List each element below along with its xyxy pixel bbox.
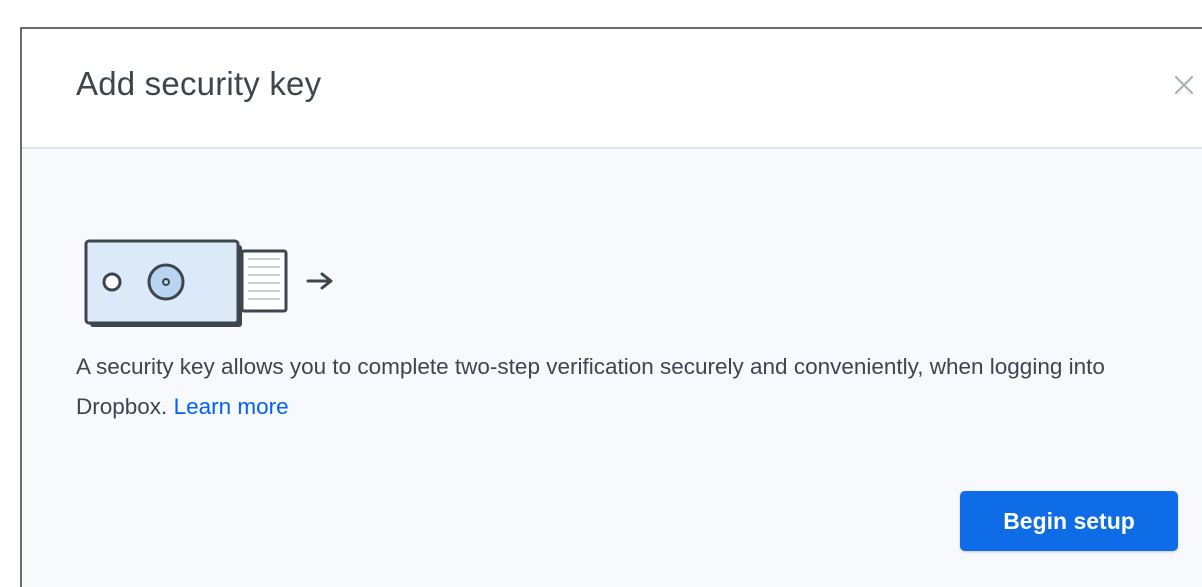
- security-key-icon: [84, 239, 333, 327]
- security-key-illustration: [82, 239, 362, 334]
- close-button[interactable]: [1170, 71, 1198, 99]
- dialog-description: A security key allows you to complete tw…: [76, 347, 1196, 427]
- dialog-title: Add security key: [76, 65, 322, 102]
- dialog-header: Add security key: [22, 29, 1202, 149]
- add-security-key-dialog: Add security key A security key allows y…: [20, 27, 1202, 587]
- begin-setup-button[interactable]: Begin setup: [960, 491, 1178, 551]
- learn-more-link[interactable]: Learn more: [174, 394, 289, 419]
- close-icon: [1174, 75, 1194, 95]
- dialog-body: A security key allows you to complete tw…: [22, 149, 1202, 569]
